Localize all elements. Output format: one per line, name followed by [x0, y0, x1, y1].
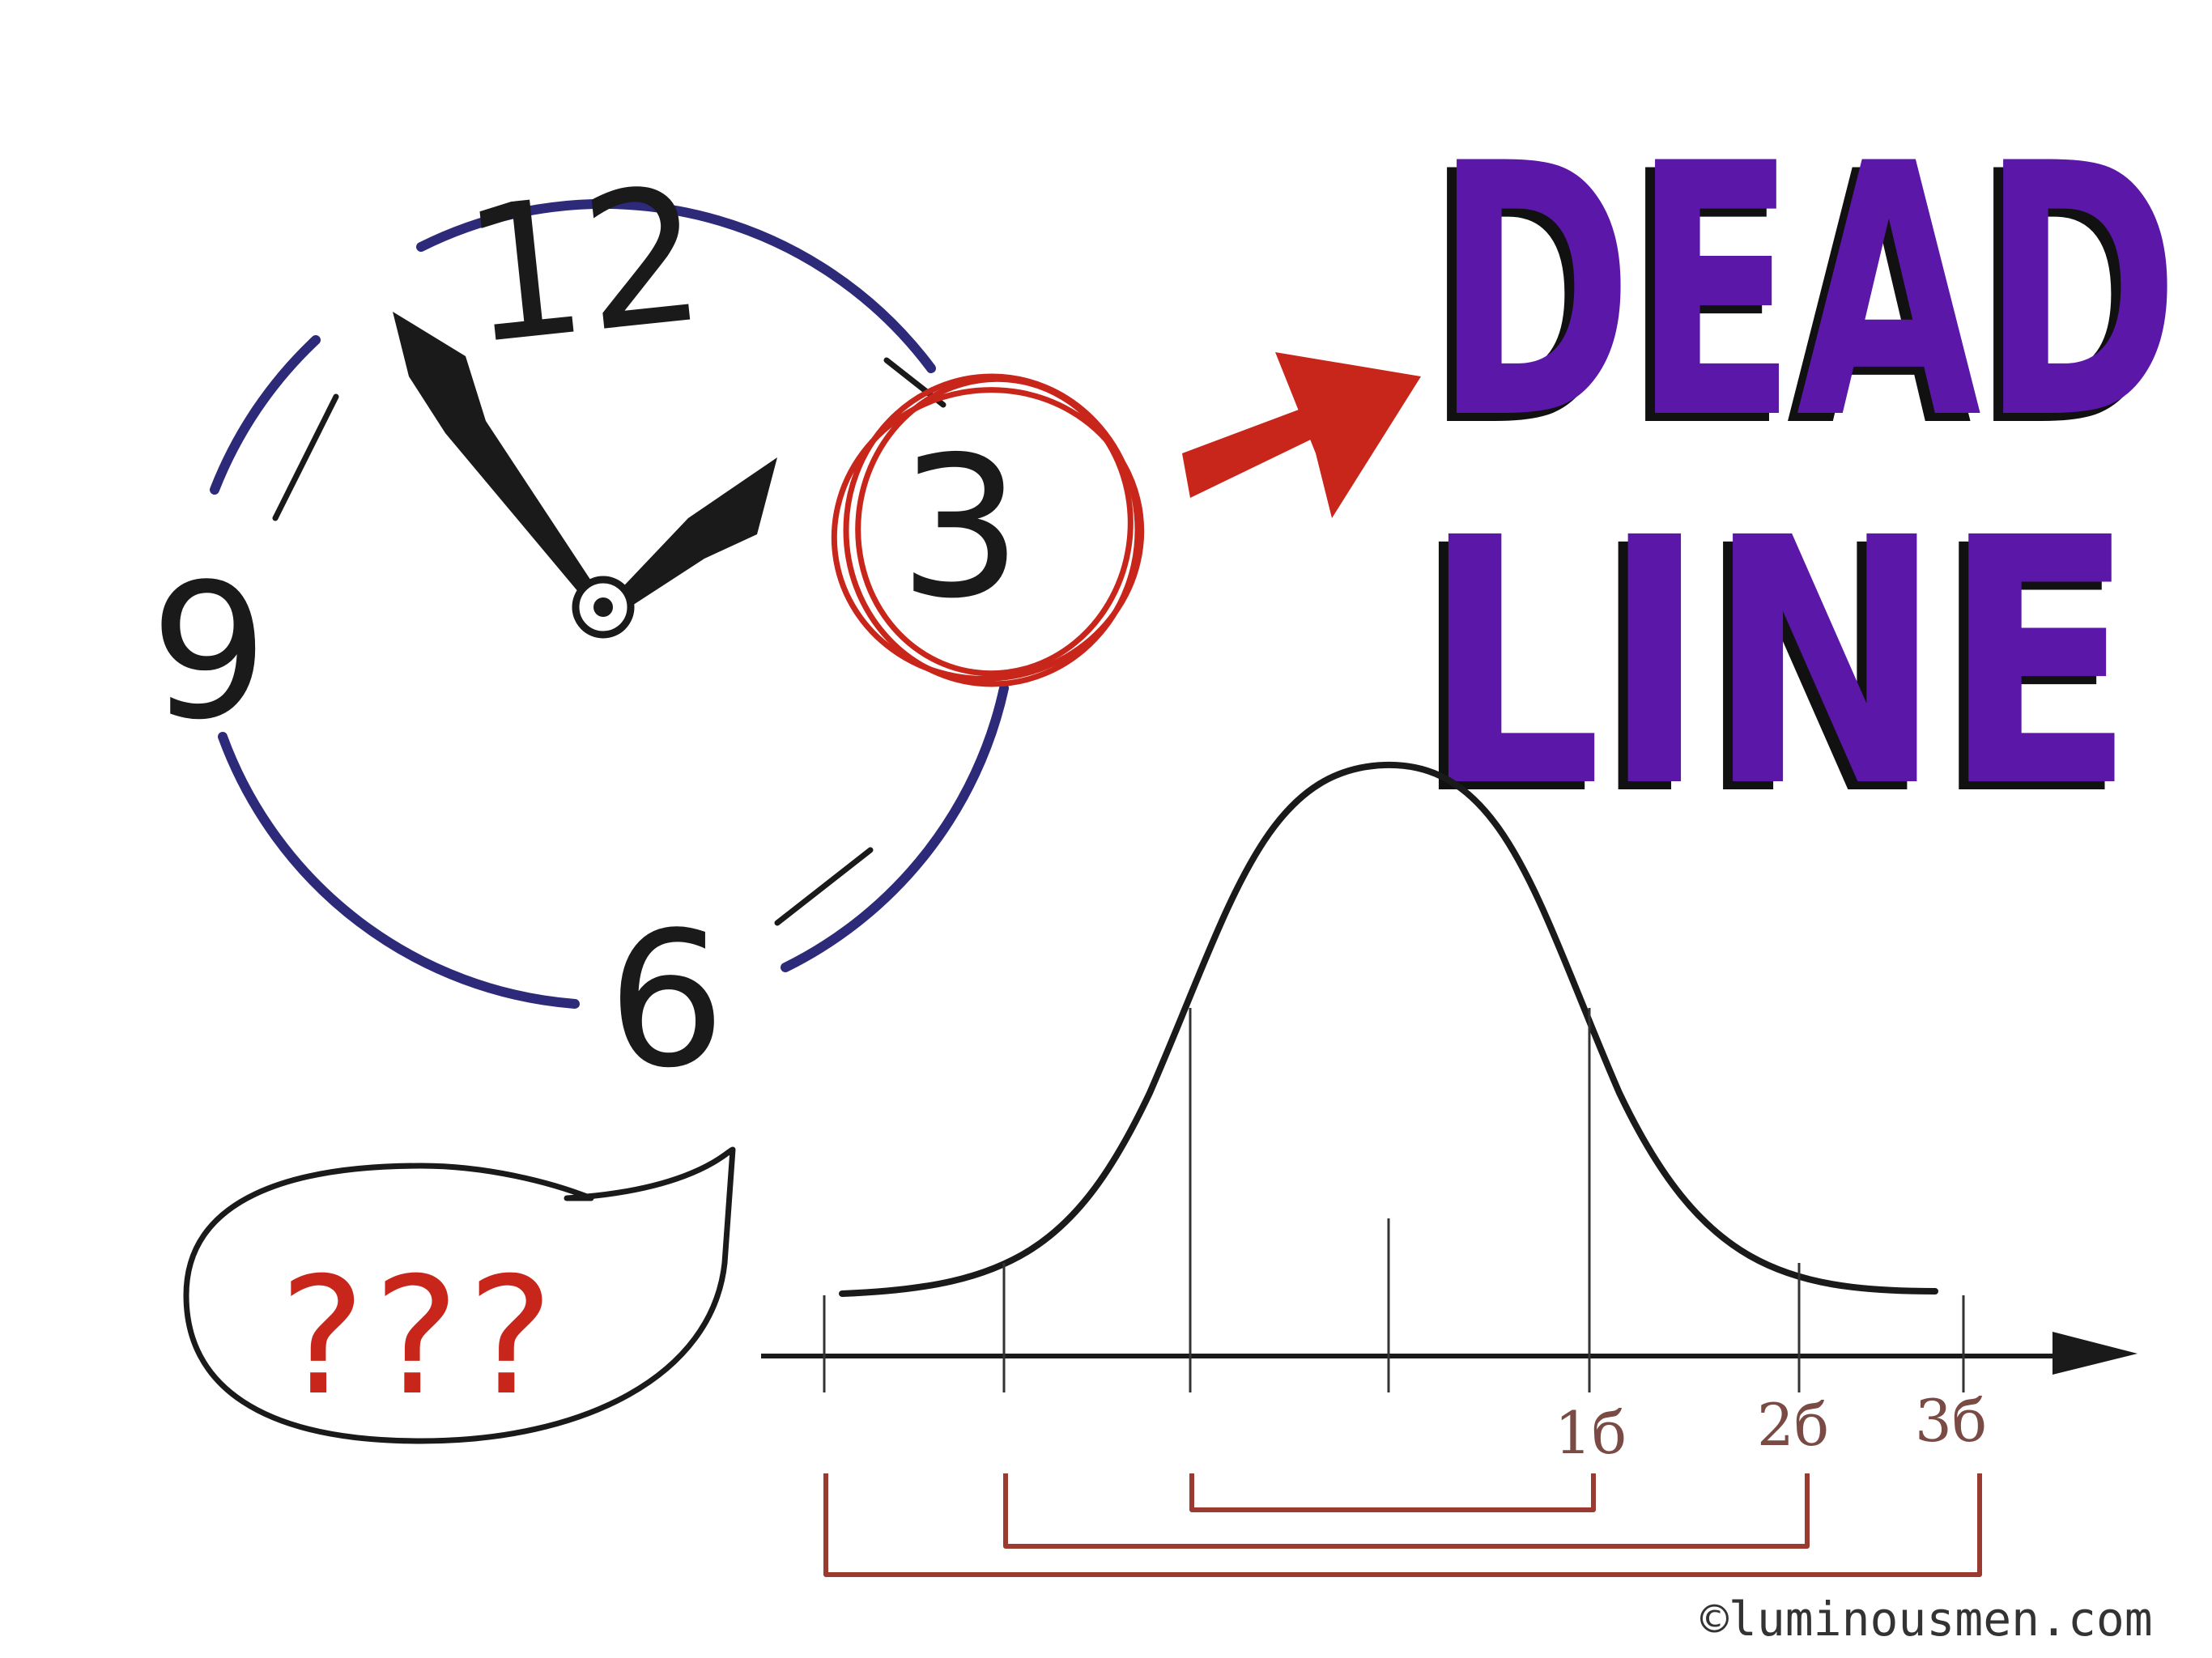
headline: DEAD DEAD LINE LINE: [1413, 91, 2180, 870]
distribution-chart: 1б 2б 3б: [761, 761, 2138, 1577]
clock-numeral-3: 3: [899, 414, 1023, 641]
clock-tick-2: [272, 393, 339, 521]
tick-label-3-sigma: 3б: [1915, 1387, 1987, 1455]
clock-rim-bottom: [218, 732, 580, 1009]
copyright-text: ©luminousmen.com: [1700, 1592, 2153, 1647]
clock-rim-right: [781, 683, 1009, 972]
guide-lines: [823, 1008, 1965, 1392]
headline-line2: LINE: [1423, 466, 2135, 862]
speech-bubble-question-marks: ???: [279, 1243, 561, 1431]
bracket-1-sigma: [1189, 1473, 1596, 1512]
speech-bubble: ???: [183, 1146, 736, 1444]
deadline-illustration: 12 9 6 3 DEAD DEAD LINE LINE ??? 1б 2б 3…: [150, 91, 2180, 1647]
red-arrow: [1182, 352, 1421, 518]
clock-numeral-9: 9: [150, 545, 268, 761]
clock: 12 9 6 3: [150, 147, 1145, 1109]
clock-tick-3: [774, 847, 874, 926]
tick-label-2-sigma: 2б: [1757, 1391, 1829, 1459]
x-axis-arrowhead: [2052, 1332, 2138, 1375]
clock-numeral-6: 6: [607, 893, 725, 1109]
clock-center-dot: [593, 597, 613, 617]
headline-line1: DEAD: [1435, 91, 2180, 495]
sigma-brackets: [823, 1473, 1982, 1577]
clock-hour-hand: [611, 457, 777, 611]
clock-numeral-12: 12: [455, 147, 713, 386]
tick-label-1-sigma: 1б: [1555, 1399, 1627, 1467]
